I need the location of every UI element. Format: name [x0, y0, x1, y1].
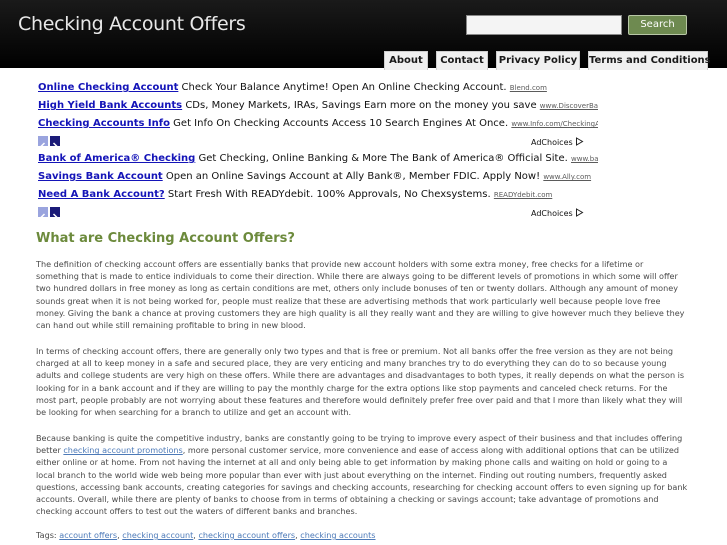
ad-row: Need A Bank Account? Start Fresh With RE… [38, 189, 598, 200]
ad-row: Checking Accounts Info Get Info On Check… [38, 118, 598, 129]
ad-text: Get Checking, Online Banking & More The … [195, 153, 568, 164]
article-paragraph-1: The definition of checking account offer… [36, 259, 685, 331]
tag-link[interactable]: checking accounts [300, 530, 375, 540]
ad-text: Get Info On Checking Accounts Access 10 … [169, 118, 509, 129]
ad-url[interactable]: READYdebit.com [494, 191, 552, 199]
next-arrow-icon[interactable] [50, 207, 60, 221]
ad-row: High Yield Bank Accounts CDs, Money Mark… [38, 100, 598, 111]
adchoices-label: AdChoices [531, 209, 573, 218]
article-paragraph-2: In terms of checking account offers, the… [36, 346, 685, 418]
prev-arrow-icon[interactable] [38, 136, 48, 150]
ad-link[interactable]: Savings Bank Account [38, 171, 163, 182]
ad-url[interactable]: www.bankofamerica.cc [571, 155, 598, 163]
adchoices-label: AdChoices [531, 138, 573, 147]
ad-pager [38, 207, 62, 221]
article-heading: What are Checking Account Offers? [36, 231, 295, 246]
ad-text: CDs, Money Markets, IRAs, Savings Earn m… [182, 100, 537, 111]
nav-terms-and-conditions[interactable]: Terms and Conditions [588, 51, 711, 70]
ad-text: Check Your Balance Anytime! Open An Onli… [178, 82, 507, 93]
search-input[interactable] [466, 15, 622, 35]
ad-link[interactable]: Need A Bank Account? [38, 189, 165, 200]
tag-link[interactable]: checking account [122, 530, 193, 540]
next-arrow-icon[interactable] [50, 136, 60, 150]
tag-link[interactable]: account offers [59, 530, 117, 540]
search-button[interactable]: Search [628, 15, 687, 35]
prev-arrow-icon[interactable] [38, 207, 48, 221]
tag-link[interactable]: checking account offers [198, 530, 295, 540]
ad-url[interactable]: www.DiscoverBank.com [540, 102, 598, 110]
tags-label: Tags: [36, 530, 57, 540]
nav-privacy-policy[interactable]: Privacy Policy [496, 51, 580, 70]
site-title[interactable]: Checking Account Offers [18, 13, 246, 35]
nav-contact[interactable]: Contact [436, 51, 488, 70]
ad-link[interactable]: Online Checking Account [38, 82, 178, 93]
promotions-link[interactable]: checking account promotions [63, 445, 182, 455]
adchoices[interactable]: AdChoices [531, 208, 584, 218]
ad-link[interactable]: Checking Accounts Info [38, 118, 170, 129]
article-paragraph-3: Because banking is quite the competitive… [36, 432, 688, 517]
ad-link[interactable]: Bank of America® Checking [38, 153, 195, 164]
nav-about[interactable]: About [384, 51, 428, 70]
ad-row: Savings Bank Account Open an Online Savi… [38, 171, 598, 182]
ad-url[interactable]: www.Ally.com [543, 173, 591, 181]
paragraph-text: , more personal customer service, more c… [36, 445, 688, 517]
ad-row: Online Checking Account Check Your Balan… [38, 82, 598, 93]
tags: Tags: account offers, checking account, … [36, 530, 376, 540]
ad-link[interactable]: High Yield Bank Accounts [38, 100, 182, 111]
ad-url[interactable]: Blend.com [510, 84, 547, 92]
ad-text: Open an Online Savings Account at Ally B… [162, 171, 541, 182]
adchoices[interactable]: AdChoices [531, 137, 584, 147]
ad-url[interactable]: www.Info.com/CheckingAccounts [511, 120, 598, 128]
adchoices-icon [576, 208, 584, 217]
ad-pager [38, 136, 62, 150]
ad-text: Start Fresh With READYdebit. 100% Approv… [164, 189, 491, 200]
adchoices-icon [576, 137, 584, 146]
ad-row: Bank of America® Checking Get Checking, … [38, 153, 598, 164]
